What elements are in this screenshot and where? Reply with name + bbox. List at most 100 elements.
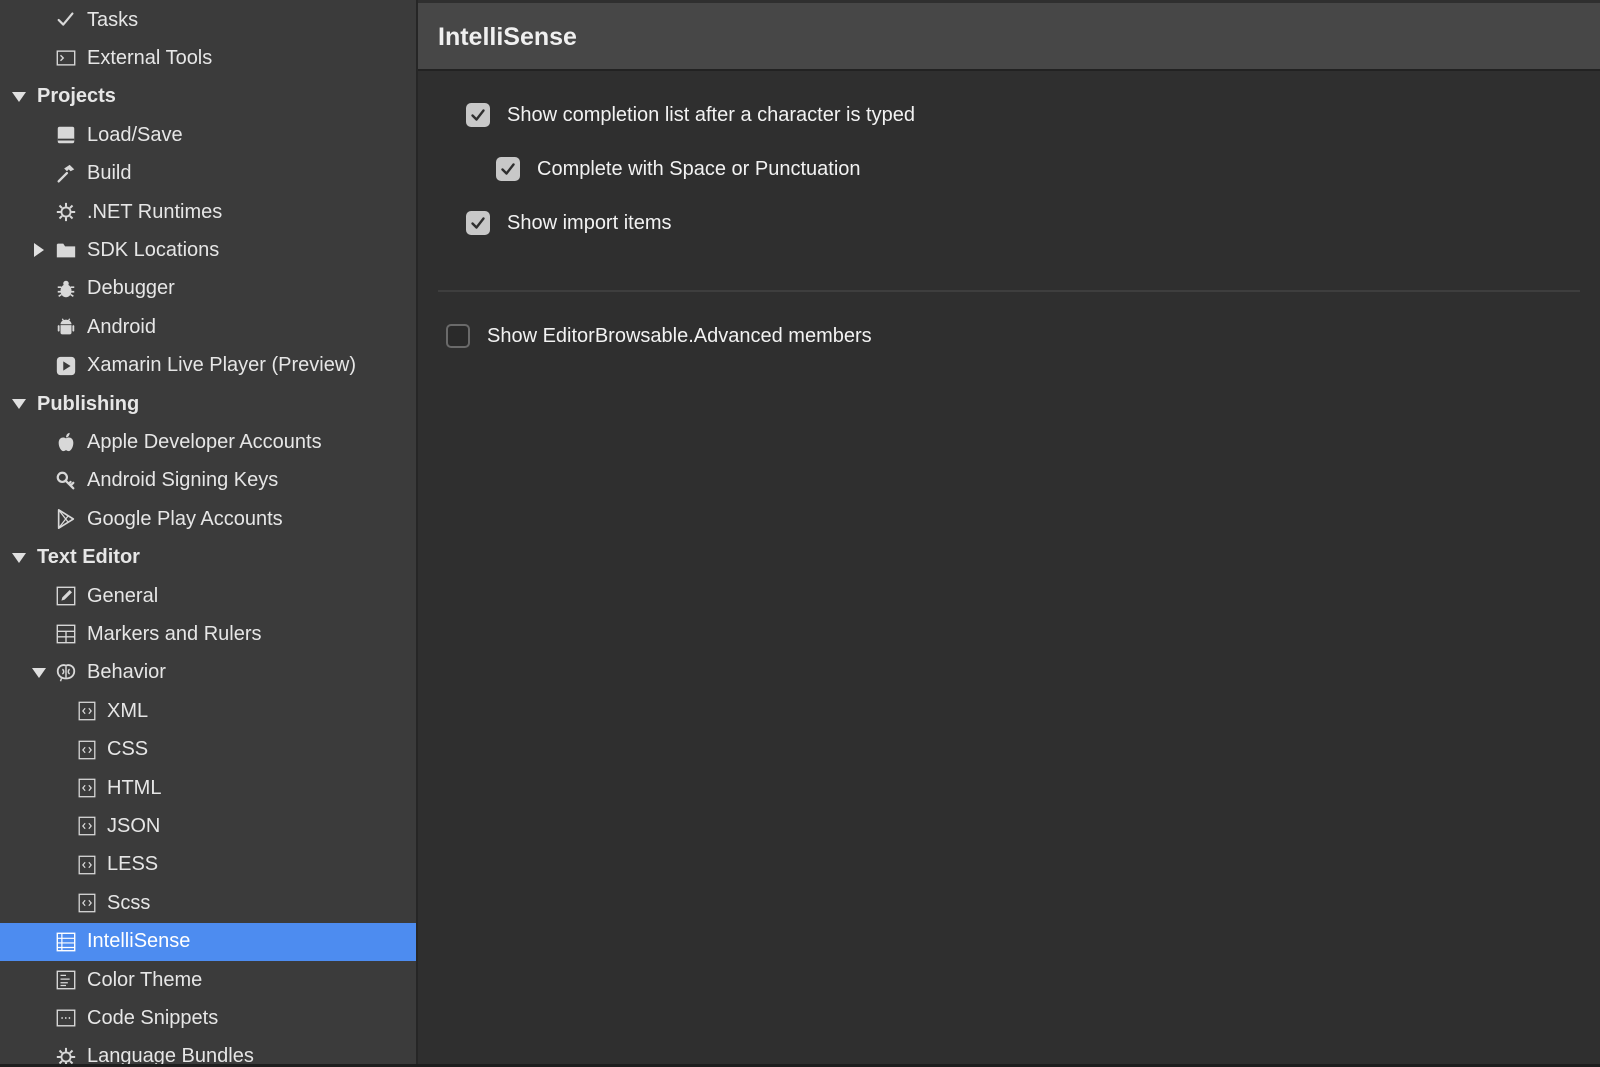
sidebar-item-google-play-accounts[interactable]: Google Play Accounts bbox=[0, 500, 416, 538]
sidebar-item-apple-developer-accounts[interactable]: Apple Developer Accounts bbox=[0, 423, 416, 461]
sidebar-item-label: General bbox=[87, 584, 159, 607]
sidebar-item-html[interactable]: HTML bbox=[0, 769, 416, 807]
android-icon bbox=[54, 315, 78, 339]
chevron-down-icon[interactable] bbox=[32, 666, 46, 680]
sidebar-item-label: Xamarin Live Player (Preview) bbox=[87, 354, 356, 377]
option-label: Show completion list after a character i… bbox=[507, 103, 915, 126]
complete-with-space-checkbox[interactable] bbox=[496, 157, 520, 181]
sidebar-item-label: IntelliSense bbox=[87, 930, 191, 953]
option-complete-with-space[interactable]: Complete with Space or Punctuation bbox=[496, 153, 861, 185]
sidebar-item-android[interactable]: Android bbox=[0, 308, 416, 346]
chevron-right-icon[interactable] bbox=[32, 243, 46, 258]
sidebar-item-label: XML bbox=[107, 699, 149, 722]
sidebar-item-net-runtimes[interactable]: .NET Runtimes bbox=[0, 193, 416, 231]
section-separator bbox=[438, 290, 1580, 292]
sidebar-item-intellisense[interactable]: IntelliSense bbox=[0, 922, 416, 961]
sidebar-item-general[interactable]: General bbox=[0, 577, 416, 615]
code-file-icon bbox=[75, 814, 99, 838]
sidebar-item-label: Behavior bbox=[87, 661, 166, 684]
option-label: Show EditorBrowsable.Advanced members bbox=[487, 324, 872, 347]
sidebar-item-language-bundles[interactable]: Language Bundles bbox=[0, 1038, 416, 1067]
show-completion-list-checkbox[interactable] bbox=[466, 103, 490, 127]
sidebar-item-label: Apple Developer Accounts bbox=[87, 430, 322, 453]
snippet-icon bbox=[54, 1006, 78, 1030]
sidebar-item-label: .NET Runtimes bbox=[87, 200, 223, 223]
sidebar-item-label: Text Editor bbox=[37, 546, 140, 569]
option-show-completion-list[interactable]: Show completion list after a character i… bbox=[466, 99, 915, 131]
sidebar-item-css[interactable]: CSS bbox=[0, 731, 416, 769]
sidebar-item-label: CSS bbox=[107, 738, 149, 761]
sidebar-item-label: Scss bbox=[107, 891, 151, 914]
sidebar-item-json[interactable]: JSON bbox=[0, 807, 416, 845]
code-file-icon bbox=[75, 853, 99, 877]
sidebar-item-label: SDK Locations bbox=[87, 238, 220, 261]
ruler-grid-icon bbox=[54, 622, 78, 646]
disk-icon bbox=[54, 123, 78, 147]
edit-icon bbox=[54, 584, 78, 608]
sidebar-item-label: Android bbox=[87, 315, 156, 338]
bug-icon bbox=[54, 277, 78, 301]
sidebar-item-sdk-locations[interactable]: SDK Locations bbox=[0, 231, 416, 269]
document-icon bbox=[54, 968, 78, 992]
checkmark-icon bbox=[471, 217, 485, 229]
preferences-panel: IntelliSense Show completion list after … bbox=[418, 0, 1600, 1067]
option-label: Complete with Space or Punctuation bbox=[537, 157, 861, 180]
sidebar-item-less[interactable]: LESS bbox=[0, 846, 416, 884]
brain-icon bbox=[54, 661, 78, 685]
sidebar-item-label: Android Signing Keys bbox=[87, 469, 279, 492]
sidebar-item-android-signing-keys[interactable]: Android Signing Keys bbox=[0, 462, 416, 500]
sidebar-item-label: Google Play Accounts bbox=[87, 507, 283, 530]
show-import-items-checkbox[interactable] bbox=[466, 211, 490, 235]
list-icon bbox=[54, 930, 78, 954]
sidebar-item-markers-and-rulers[interactable]: Markers and Rulers bbox=[0, 615, 416, 653]
sidebar-item-label: HTML bbox=[107, 776, 162, 799]
sidebar-item-label: Tasks bbox=[87, 8, 139, 31]
sidebar-item-load-save[interactable]: Load/Save bbox=[0, 116, 416, 154]
google-play-icon bbox=[54, 507, 78, 531]
page-title: IntelliSense bbox=[438, 23, 577, 51]
apple-icon bbox=[54, 430, 78, 454]
sidebar-item-label: Load/Save bbox=[87, 123, 183, 146]
sidebar-category-text-editor[interactable]: Text Editor bbox=[0, 539, 416, 577]
sidebar-item-label: Code Snippets bbox=[87, 1006, 219, 1029]
sidebar-item-label: Projects bbox=[37, 85, 116, 108]
hammer-icon bbox=[54, 162, 78, 186]
option-show-editorbrowsable[interactable]: Show EditorBrowsable.Advanced members bbox=[446, 320, 872, 352]
sidebar-category-publishing[interactable]: Publishing bbox=[0, 385, 416, 423]
sidebar-item-xamarin-live-player-preview[interactable]: Xamarin Live Player (Preview) bbox=[0, 347, 416, 385]
sidebar-item-external-tools[interactable]: External Tools bbox=[0, 39, 416, 77]
disclosure-triangle-icon[interactable] bbox=[12, 551, 26, 565]
sidebar-item-build[interactable]: Build bbox=[0, 155, 416, 193]
key-icon bbox=[54, 469, 78, 493]
checkmark-icon bbox=[471, 109, 485, 121]
show-editorbrowsable-checkbox[interactable] bbox=[446, 324, 470, 348]
option-label: Show import items bbox=[507, 211, 672, 234]
folder-icon bbox=[54, 238, 78, 262]
panel-header: IntelliSense bbox=[418, 3, 1600, 71]
sidebar-item-code-snippets[interactable]: Code Snippets bbox=[0, 999, 416, 1037]
sidebar-item-label: Debugger bbox=[87, 277, 175, 300]
disclosure-triangle-icon[interactable] bbox=[12, 90, 26, 104]
sidebar-item-label: LESS bbox=[107, 853, 159, 876]
code-file-icon bbox=[75, 891, 99, 915]
sidebar-item-label: JSON bbox=[107, 814, 161, 837]
sidebar-item-color-theme[interactable]: Color Theme bbox=[0, 961, 416, 999]
sidebar-item-label: Publishing bbox=[37, 392, 140, 415]
checkmark-icon bbox=[54, 8, 78, 32]
option-show-import-items[interactable]: Show import items bbox=[466, 207, 672, 239]
sidebar-item-label: Build bbox=[87, 162, 132, 185]
terminal-icon bbox=[54, 46, 78, 70]
sidebar-item-tasks[interactable]: Tasks bbox=[0, 1, 416, 39]
sidebar-item-debugger[interactable]: Debugger bbox=[0, 270, 416, 308]
sidebar-category-projects[interactable]: Projects bbox=[0, 78, 416, 116]
disclosure-triangle-icon[interactable] bbox=[12, 397, 26, 411]
play-icon bbox=[54, 354, 78, 378]
sidebar-item-scss[interactable]: Scss bbox=[0, 884, 416, 922]
code-file-icon bbox=[75, 699, 99, 723]
preferences-sidebar: Tasks External Tools Projects Load/Save Buil… bbox=[0, 0, 418, 1067]
code-file-icon bbox=[75, 776, 99, 800]
checkmark-icon bbox=[501, 163, 515, 175]
sidebar-item-behavior[interactable]: Behavior bbox=[0, 654, 416, 692]
sidebar-item-xml[interactable]: XML bbox=[0, 692, 416, 730]
sidebar-item-label: External Tools bbox=[87, 46, 213, 69]
